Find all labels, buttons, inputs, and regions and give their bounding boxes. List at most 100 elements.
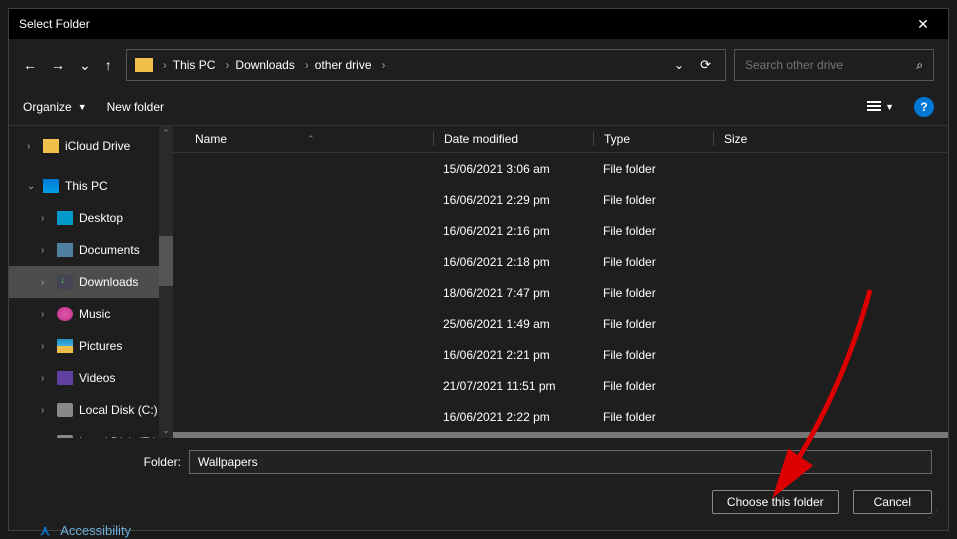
chevron-icon[interactable]: ⌄: [27, 181, 37, 192]
row-date: 16/06/2021 2:29 pm: [433, 193, 593, 207]
back-icon[interactable]: ←: [23, 57, 37, 73]
tree-item[interactable]: › Local Disk (E:): [9, 426, 173, 438]
chevron-right-icon: ›: [382, 58, 386, 72]
breadcrumb-item[interactable]: other drive: [311, 58, 380, 72]
table-row[interactable]: 16/06/2021 2:22 pmFile folder: [173, 401, 948, 432]
tree-item[interactable]: ⌄This PC: [9, 170, 173, 202]
disk-icon: [57, 403, 73, 417]
pc-icon: [43, 179, 59, 193]
row-date: 25/06/2021 1:49 am: [433, 317, 593, 331]
close-icon[interactable]: ✕: [908, 16, 938, 33]
nav-arrows: ← → ⌄ ↑: [23, 57, 126, 74]
tree-item[interactable]: ›iCloud Drive: [9, 130, 173, 162]
breadcrumb-item[interactable]: This PC: [169, 58, 224, 72]
cancel-button[interactable]: Cancel: [853, 490, 932, 514]
column-type[interactable]: Type: [593, 132, 713, 146]
row-date: 16/06/2021 2:22 pm: [433, 410, 593, 424]
scroll-up-icon[interactable]: ⌃: [161, 128, 171, 139]
search-box[interactable]: ⌕: [734, 49, 934, 81]
column-date[interactable]: Date modified: [433, 132, 593, 146]
window-title: Select Folder: [19, 17, 908, 31]
chevron-down-icon: ▼: [78, 102, 87, 112]
resize-grip-icon[interactable]: ⋰: [928, 509, 938, 520]
table-row[interactable]: 25/06/2021 1:49 amFile folder: [173, 308, 948, 339]
folder-label: Folder:: [25, 455, 181, 469]
file-list: 15/06/2021 3:06 amFile folder16/06/2021 …: [173, 153, 948, 438]
row-type: File folder: [593, 224, 713, 238]
row-type: File folder: [593, 317, 713, 331]
tree-item-label: Local Disk (C:): [79, 403, 158, 417]
column-headers: Name⌃ Date modified Type Size: [173, 126, 948, 153]
tree-item[interactable]: ›Desktop: [9, 202, 173, 234]
accessibility-label: Accessibility: [60, 523, 131, 538]
tree-item[interactable]: › Documents: [9, 234, 173, 266]
videos-icon: [57, 371, 73, 385]
table-row[interactable]: 16/06/2021 2:16 pmFile folder: [173, 215, 948, 246]
chevron-icon[interactable]: ›: [41, 373, 51, 384]
choose-folder-button[interactable]: Choose this folder: [712, 490, 839, 514]
table-row[interactable]: 16/06/2021 2:21 pmFile folder: [173, 339, 948, 370]
accessibility-icon: ⋏: [40, 522, 50, 539]
tree-item[interactable]: ›Videos: [9, 362, 173, 394]
select-folder-dialog: Select Folder ✕ ← → ⌄ ↑ › This PC › Down…: [8, 8, 949, 531]
chevron-icon[interactable]: ›: [41, 245, 51, 256]
row-date: 21/07/2021 11:51 pm: [433, 379, 593, 393]
scrollbar-thumb[interactable]: [159, 236, 173, 286]
chevron-icon[interactable]: ›: [41, 213, 51, 224]
list-view-icon: [867, 101, 881, 113]
chevron-icon[interactable]: ›: [41, 277, 51, 288]
table-row[interactable]: 15/06/2021 3:06 amFile folder: [173, 153, 948, 184]
button-row: Choose this folder Cancel: [25, 490, 932, 514]
chevron-icon[interactable]: ›: [41, 309, 51, 320]
folder-input-row: Folder:: [25, 450, 932, 474]
sort-indicator-icon: ⌃: [307, 134, 315, 145]
row-date: 18/06/2021 7:47 pm: [433, 286, 593, 300]
tree-item[interactable]: › Local Disk (C:): [9, 394, 173, 426]
chevron-down-icon[interactable]: ⌄: [674, 58, 684, 72]
disk-icon: [57, 435, 73, 438]
breadcrumb-item[interactable]: Downloads: [231, 58, 302, 72]
forward-icon[interactable]: →: [51, 57, 65, 73]
column-size[interactable]: Size: [713, 132, 793, 146]
up-icon[interactable]: ↑: [105, 57, 112, 73]
view-button[interactable]: ▼: [867, 101, 894, 113]
chevron-icon[interactable]: ›: [27, 141, 37, 152]
table-row[interactable]: 16/06/2021 2:18 pmFile folder: [173, 246, 948, 277]
music-icon: [57, 307, 73, 321]
recent-dropdown-icon[interactable]: ⌄: [79, 57, 91, 74]
row-date: 16/06/2021 2:18 pm: [433, 255, 593, 269]
tree-item-label: Pictures: [79, 339, 122, 353]
table-row[interactable]: 16/06/2021 2:29 pmFile folder: [173, 184, 948, 215]
folder-input[interactable]: [189, 450, 932, 474]
folder-icon: [135, 58, 153, 72]
scroll-down-icon[interactable]: ⌄: [161, 425, 171, 436]
tree-item-label: Music: [79, 307, 110, 321]
chevron-right-icon: ›: [163, 58, 167, 72]
new-folder-button[interactable]: New folder: [107, 100, 164, 114]
docs-icon: [57, 243, 73, 257]
tree-item-label: Documents: [79, 243, 140, 257]
scrollbar[interactable]: ⌃ ⌄: [159, 126, 173, 438]
toolbar: Organize ▼ New folder ▼ ?: [9, 89, 948, 125]
breadcrumb[interactable]: › This PC › Downloads › other drive › ⌄ …: [126, 49, 726, 81]
chevron-icon[interactable]: ›: [41, 341, 51, 352]
tree-item[interactable]: › Pictures: [9, 330, 173, 362]
row-date: 16/06/2021 2:21 pm: [433, 348, 593, 362]
chevron-down-icon: ▼: [885, 102, 894, 112]
help-icon[interactable]: ?: [914, 97, 934, 117]
table-row[interactable]: 21/07/2021 11:51 pmFile folder: [173, 370, 948, 401]
chevron-icon[interactable]: ›: [41, 405, 51, 416]
row-type: File folder: [593, 255, 713, 269]
row-date: 15/06/2021 3:06 am: [433, 162, 593, 176]
tree-item[interactable]: › Music: [9, 298, 173, 330]
table-row[interactable]: 18/06/2021 7:47 pmFile folder: [173, 277, 948, 308]
organize-button[interactable]: Organize ▼: [23, 100, 87, 114]
tree-item[interactable]: ›Downloads: [9, 266, 173, 298]
chevron-icon[interactable]: ›: [41, 437, 51, 439]
search-input[interactable]: [745, 58, 916, 72]
chevron-right-icon: ›: [305, 58, 309, 72]
tree-item-label: Local Disk (E:): [79, 435, 157, 438]
column-name[interactable]: Name⌃: [173, 132, 433, 146]
search-icon[interactable]: ⌕: [916, 58, 923, 73]
refresh-icon[interactable]: ⟳: [694, 57, 717, 73]
